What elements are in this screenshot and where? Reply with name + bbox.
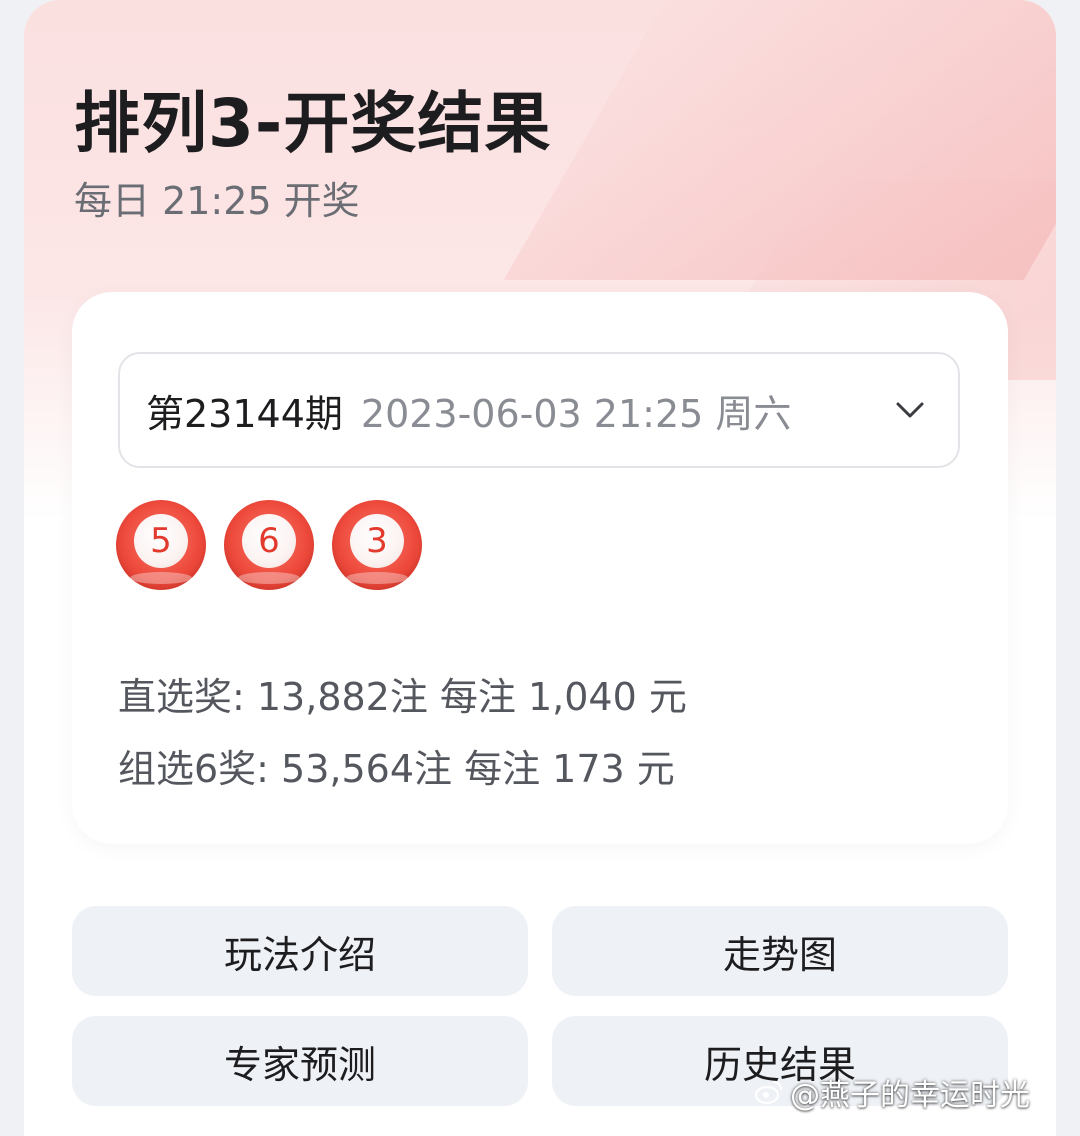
result-card: 第23144期 2023-06-03 21:25 周六 5 6 3 直选奖: 1… <box>72 292 1008 844</box>
ball-number: 5 <box>134 514 188 568</box>
issue-datetime: 2023-06-03 21:25 周六 <box>360 391 792 436</box>
ball-number: 3 <box>350 514 404 568</box>
draw-schedule: 每日 21:25 开奖 <box>74 179 360 223</box>
ball-highlight <box>238 572 300 584</box>
prize-group6: 组选6奖: 53,564注 每注 173 元 <box>118 747 675 791</box>
ball-number: 6 <box>242 514 296 568</box>
number-ball: 5 <box>116 500 206 590</box>
prize-direct: 直选奖: 13,882注 每注 1,040 元 <box>118 675 687 719</box>
expert-prediction-button[interactable]: 专家预测 <box>72 1016 528 1106</box>
issue-number: 第23144期 <box>146 391 343 436</box>
winning-numbers: 5 6 3 <box>116 500 440 590</box>
ball-highlight <box>346 572 408 584</box>
watermark-text: @燕子的幸运时光 <box>790 1078 1030 1113</box>
weibo-icon <box>754 1080 783 1105</box>
ball-highlight <box>130 572 192 584</box>
issue-selector[interactable]: 第23144期 2023-06-03 21:25 周六 <box>118 352 960 468</box>
number-ball: 6 <box>224 500 314 590</box>
chevron-down-icon <box>896 402 924 418</box>
lottery-result-page: 排列3-开奖结果 每日 21:25 开奖 第23144期 2023-06-03 … <box>24 0 1056 1136</box>
watermark: @燕子的幸运时光 <box>754 1070 1030 1114</box>
trend-chart-button[interactable]: 走势图 <box>552 906 1008 996</box>
rules-button[interactable]: 玩法介绍 <box>72 906 528 996</box>
page-title: 排列3-开奖结果 <box>74 85 552 162</box>
number-ball: 3 <box>332 500 422 590</box>
